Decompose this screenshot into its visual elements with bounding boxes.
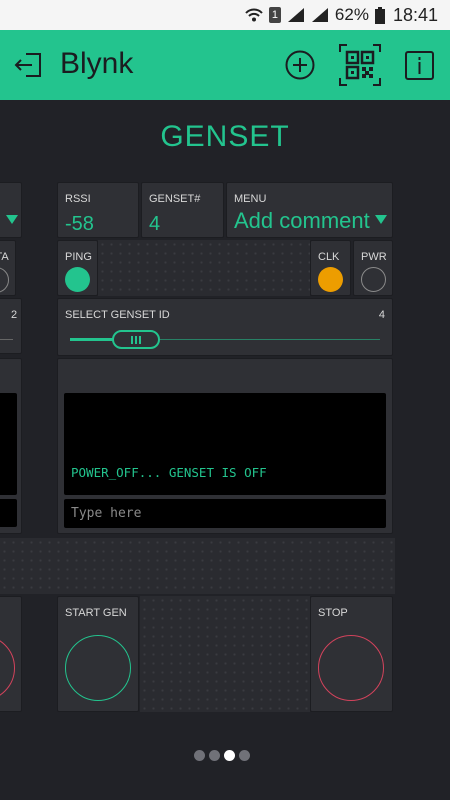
terminal-output-text: POWER_OFF... GENSET IS OFF (71, 465, 267, 480)
terminal-input[interactable] (64, 499, 386, 528)
battery-percent: 62% (334, 5, 369, 24)
clk-label: CLK (318, 251, 340, 263)
clk-led (318, 267, 343, 292)
empty-grid-cells (98, 240, 310, 296)
partial-slider-track (0, 339, 13, 340)
signal-icon (287, 7, 305, 23)
pwr-label: PWR (361, 251, 387, 263)
partial-widget-led: ATA (0, 240, 16, 296)
page-dot[interactable] (239, 750, 250, 761)
slider-label: SELECT GENSET ID (65, 309, 170, 321)
stop-button-widget[interactable]: STOP (310, 596, 393, 712)
signal-icon-2 (311, 7, 329, 23)
clk-led-widget: CLK (310, 240, 351, 296)
menu-label: MENU (234, 193, 267, 205)
partial-menu-text (0, 208, 3, 230)
partial-led-label: ATA (0, 251, 9, 263)
partial-slider-value: 2 (11, 309, 18, 321)
partial-widget-terminal (0, 358, 22, 534)
partial-button-circle[interactable] (0, 635, 15, 701)
rssi-value: -58 (65, 213, 94, 235)
start-gen-button[interactable] (65, 635, 131, 701)
dropdown-arrow-icon[interactable] (375, 215, 387, 225)
partial-terminal-input[interactable] (0, 499, 17, 527)
menu-widget[interactable]: MENU Add comment (226, 182, 393, 238)
logout-icon[interactable] (14, 50, 44, 85)
terminal-output: POWER_OFF... GENSET IS OFF (64, 393, 386, 495)
partial-widget-menu[interactable] (0, 182, 22, 238)
empty-grid-cells (140, 596, 310, 712)
stop-label: STOP (318, 607, 348, 619)
pwr-led-widget: PWR (353, 240, 393, 296)
genset-number-value: 4 (149, 213, 161, 235)
app-title: Blynk (60, 47, 134, 80)
partial-led (0, 267, 9, 293)
partial-widget-button[interactable] (0, 596, 22, 712)
genset-id-slider-widget[interactable]: SELECT GENSET ID 4 (57, 298, 393, 356)
ping-led (65, 267, 90, 292)
grip-icon (131, 335, 141, 344)
clock: 18:41 (392, 4, 438, 25)
start-gen-button-widget[interactable]: START GEN (57, 596, 139, 712)
slider-value: 4 (378, 309, 385, 321)
page-dot[interactable] (194, 750, 205, 761)
status-bar: 1 62% 18:41 (0, 0, 450, 30)
genset-number-label: GENSET# (149, 193, 201, 205)
stop-button[interactable] (318, 635, 384, 701)
partial-terminal-screen (0, 393, 17, 495)
partial-widget-slider[interactable]: 2 (0, 298, 22, 354)
battery-icon (374, 6, 385, 24)
page-dot[interactable] (224, 750, 235, 761)
dashboard-title: GENSET (160, 120, 290, 153)
page-dot[interactable] (209, 750, 220, 761)
info-icon[interactable] (405, 51, 434, 85)
empty-grid-cells (0, 538, 395, 594)
rssi-widget: RSSI -58 (57, 182, 139, 238)
sim-badge: 1 (268, 7, 281, 23)
ping-label: PING (65, 251, 92, 263)
qr-code-icon[interactable] (339, 44, 381, 91)
genset-number-widget: GENSET# 4 (141, 182, 224, 238)
menu-selected-value[interactable]: Add comment (234, 208, 370, 234)
slider-handle[interactable] (112, 330, 160, 349)
pwr-led (361, 267, 386, 292)
start-gen-label: START GEN (65, 607, 127, 619)
terminal-widget: POWER_OFF... GENSET IS OFF (57, 358, 393, 534)
add-icon[interactable] (284, 49, 316, 86)
dropdown-arrow-icon (6, 215, 18, 224)
rssi-label: RSSI (65, 193, 91, 205)
ping-led-widget: PING (57, 240, 98, 296)
wifi-icon (245, 7, 263, 23)
